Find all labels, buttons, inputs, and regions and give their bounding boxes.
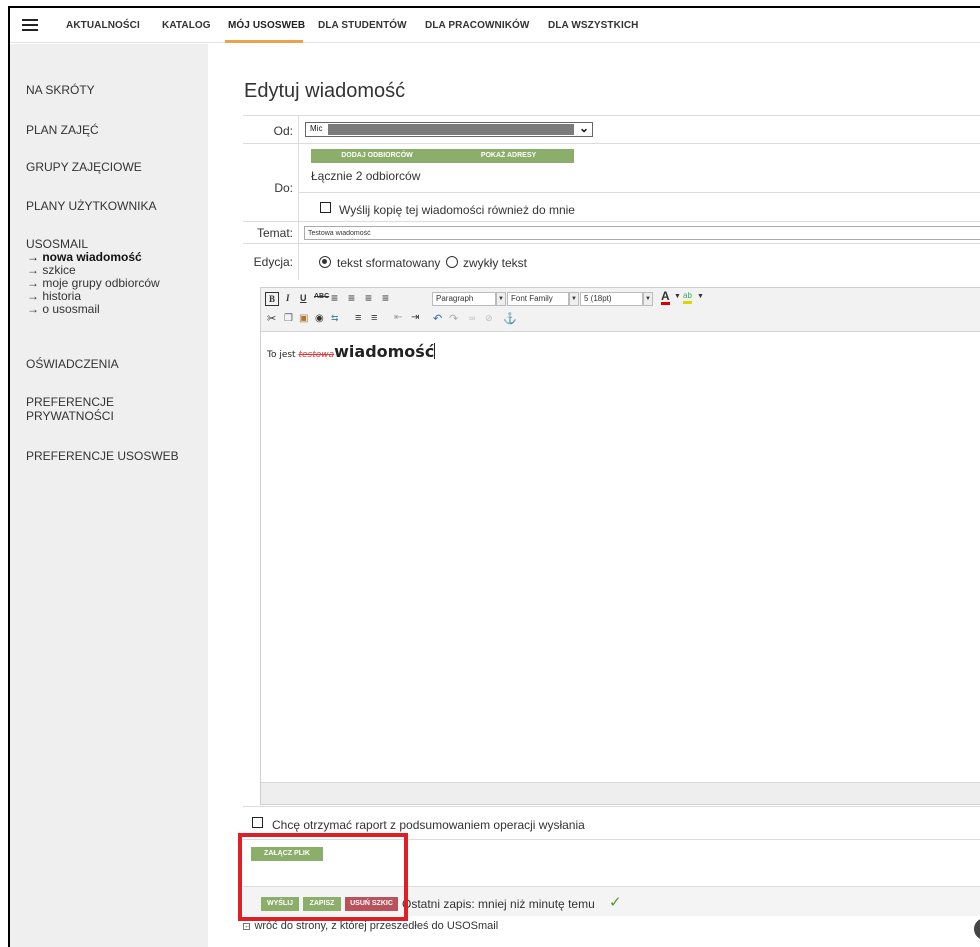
sidebar-label-line2: PRYWATNOŚCI xyxy=(26,409,114,423)
text-cursor xyxy=(434,343,436,359)
hamburger-menu-icon[interactable] xyxy=(22,19,38,31)
add-recipients-button[interactable]: DODAJ ODBIORCÓW xyxy=(311,149,443,163)
editor-toolbar: B I U ABC ≡ ≡ ≡ ≡ Paragraph ▼ Font Famil… xyxy=(261,288,980,332)
font-family-select[interactable]: Font Family xyxy=(507,292,569,306)
paste-icon[interactable]: ▣ xyxy=(299,313,308,324)
redo-icon[interactable]: ↷ xyxy=(449,312,458,325)
actions-row: WYŚLIJ ZAPISZ USUŃ SZKIC Ostatni zapis: … xyxy=(243,886,980,916)
show-addresses-button[interactable]: POKAŻ ADRESY xyxy=(443,149,574,163)
formatted-text-label: tekst sformatowany xyxy=(337,256,441,270)
send-button[interactable]: WYŚLIJ xyxy=(261,897,299,911)
replace-icon[interactable]: ⇆ xyxy=(331,313,339,324)
find-icon[interactable]: ◉ xyxy=(315,313,324,324)
active-tab-indicator xyxy=(225,40,303,43)
report-row: Chcę otrzymać raport z podsumowaniem ope… xyxy=(243,806,980,839)
delete-draft-button[interactable]: USUŃ SZKIC xyxy=(345,897,398,911)
redacted-name xyxy=(328,124,574,135)
outdent-icon[interactable]: ⇤ xyxy=(394,312,402,323)
bullet-list-icon[interactable]: ≡ xyxy=(355,312,361,324)
attachments-row: ZAŁĄCZ PLIK xyxy=(243,839,980,886)
text-color-dropdown-icon[interactable]: ▼ xyxy=(674,293,681,300)
sidebar: NA SKRÓTY PLAN ZAJĘĆ GRUPY ZAJĘCIOWE PLA… xyxy=(10,44,208,947)
sidebar-item-plan-zajec[interactable]: PLAN ZAJĘĆ xyxy=(26,123,99,137)
undo-icon[interactable]: ↶ xyxy=(433,312,442,325)
underline-icon[interactable]: U xyxy=(300,293,307,303)
from-label: Od: xyxy=(273,124,293,138)
nav-dla-pracownikow[interactable]: DLA PRACOWNIKÓW xyxy=(425,20,529,31)
font-size-dropdown-icon[interactable]: ▼ xyxy=(643,292,653,306)
sidebar-item-grupy-zajeciowe[interactable]: GRUPY ZAJĘCIOWE xyxy=(26,160,142,174)
from-select-value: Mic xyxy=(310,124,323,133)
edit-mode-label: Edycja: xyxy=(253,255,293,269)
report-checkbox[interactable] xyxy=(252,817,263,828)
link-icon[interactable]: ∞ xyxy=(469,313,475,323)
subject-input[interactable] xyxy=(304,226,980,240)
text-color-icon[interactable]: A xyxy=(661,290,670,305)
page-title: Edytuj wiadomość xyxy=(244,80,406,102)
from-select[interactable]: Mic ⌄ xyxy=(305,121,593,137)
sidebar-item-plany-uzytkownika[interactable]: PLANY UŻYTKOWNIKA xyxy=(26,199,156,213)
highlight-color-icon[interactable]: ab xyxy=(683,291,692,304)
sidebar-item-preferencje-usosweb[interactable]: PREFERENCJE USOSWEB xyxy=(26,449,179,463)
plain-text-radio[interactable] xyxy=(446,256,458,268)
anchor-icon[interactable]: ⚓ xyxy=(503,312,517,325)
align-right-icon[interactable]: ≡ xyxy=(365,291,372,305)
edit-mode-row: Edycja: tekst sformatowany zwykły tekst xyxy=(243,243,980,280)
content-strike-text: testowa xyxy=(298,350,335,360)
plain-text-label: zwykły tekst xyxy=(463,256,528,270)
sidebar-item-preferencje-prywatnosci[interactable]: PREFERENCJE PRYWATNOŚCI xyxy=(26,395,114,423)
copy-to-me-checkbox[interactable] xyxy=(320,202,331,213)
editor-content[interactable]: To jest testowawiadomość xyxy=(261,332,980,776)
sidebar-item-usosmail[interactable]: USOSMAIL xyxy=(26,237,88,251)
sidebar-item-oswiadczenia[interactable]: OŚWIADCZENIA xyxy=(26,357,119,371)
checkmark-icon: ✓ xyxy=(609,894,622,911)
rich-text-editor: B I U ABC ≡ ≡ ≡ ≡ Paragraph ▼ Font Famil… xyxy=(260,287,980,805)
subject-row: Temat: xyxy=(243,221,980,244)
align-center-icon[interactable]: ≡ xyxy=(348,291,355,305)
sidebar-item-na-skroty[interactable]: NA SKRÓTY xyxy=(26,83,95,97)
back-link-text: wróć do strony, z której przeszedłeś do … xyxy=(254,920,499,932)
content-plain-text: To jest xyxy=(267,350,299,360)
bold-icon[interactable]: B xyxy=(265,292,279,306)
subject-label: Temat: xyxy=(256,226,293,240)
strikethrough-icon[interactable]: ABC xyxy=(314,293,329,300)
last-save-status: Ostatni zapis: mniej niż minutę temu xyxy=(402,897,595,911)
from-row: Od: Mic ⌄ xyxy=(243,115,980,144)
to-label: Do: xyxy=(274,181,293,195)
page-frame: AKTUALNOŚCI KATALOG MÓJ USOSWEB DLA STUD… xyxy=(8,6,980,947)
highlight-dropdown-icon[interactable]: ▼ xyxy=(697,293,704,300)
format-dropdown-icon[interactable]: ▼ xyxy=(496,292,506,306)
sidebar-label-line1: PREFERENCJE xyxy=(26,395,115,409)
report-label: Chcę otrzymać raport z podsumowaniem ope… xyxy=(272,818,585,832)
to-row: Do: DODAJ ODBIORCÓW POKAŻ ADRESY Łącznie… xyxy=(243,143,980,222)
recipients-summary: Łącznie 2 odbiorców xyxy=(311,169,421,183)
font-size-select[interactable]: 5 (18pt) xyxy=(580,292,643,306)
format-select[interactable]: Paragraph xyxy=(432,292,496,306)
back-arrow-icon: ← xyxy=(243,923,251,930)
save-button[interactable]: ZAPISZ xyxy=(303,897,341,911)
unlink-icon[interactable]: ⊘ xyxy=(485,313,493,324)
font-family-dropdown-icon[interactable]: ▼ xyxy=(569,292,579,306)
sidebar-subitem-o-usosmail[interactable]: → o usosmail xyxy=(27,303,100,316)
italic-icon[interactable]: I xyxy=(286,293,290,303)
back-link[interactable]: ← wróć do strony, z której przeszedłeś d… xyxy=(243,916,498,934)
content-bold-text: wiadomość xyxy=(334,342,435,361)
nav-dla-studentow[interactable]: DLA STUDENTÓW xyxy=(318,20,407,31)
align-left-icon[interactable]: ≡ xyxy=(331,291,338,305)
cut-icon[interactable]: ✂ xyxy=(267,312,276,325)
top-navigation: AKTUALNOŚCI KATALOG MÓJ USOSWEB DLA STUD… xyxy=(10,8,980,43)
attach-file-button[interactable]: ZAŁĄCZ PLIK xyxy=(251,847,323,861)
indent-icon[interactable]: ⇥ xyxy=(411,312,419,323)
chevron-down-icon: ⌄ xyxy=(578,121,589,135)
nav-moj-usosweb[interactable]: MÓJ USOSWEB xyxy=(228,20,305,31)
formatted-text-radio[interactable] xyxy=(319,256,331,268)
nav-katalog[interactable]: KATALOG xyxy=(162,20,211,31)
editor-statusbar xyxy=(261,782,980,804)
nav-aktualnosci[interactable]: AKTUALNOŚCI xyxy=(66,20,140,31)
numbered-list-icon[interactable]: ≡ xyxy=(371,312,377,324)
copy-icon[interactable]: ❐ xyxy=(284,313,293,324)
copy-to-me-label: Wyślij kopię tej wiadomości również do m… xyxy=(339,203,575,217)
align-justify-icon[interactable]: ≡ xyxy=(382,291,389,305)
nav-dla-wszystkich[interactable]: DLA WSZYSTKICH xyxy=(548,20,638,31)
